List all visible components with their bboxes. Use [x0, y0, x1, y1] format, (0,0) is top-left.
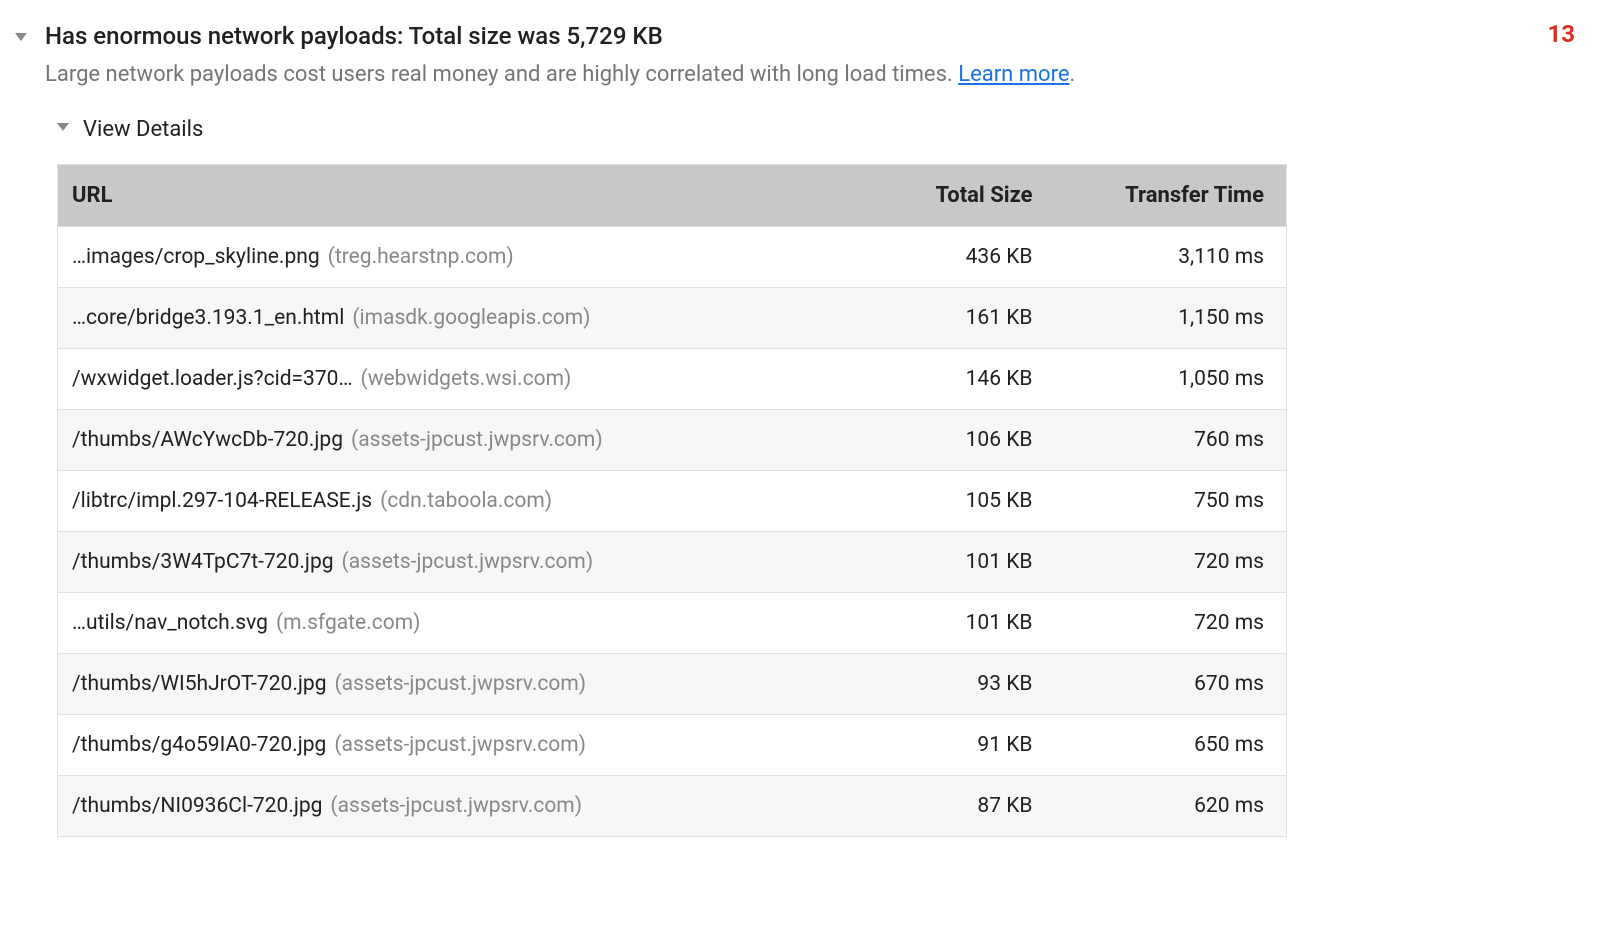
cell-time: 720 ms	[1047, 531, 1287, 592]
url-path: /thumbs/3W4TpC7t-720.jpg	[72, 550, 334, 574]
cell-url[interactable]: …utils/nav_notch.svg (m.sfgate.com)	[58, 592, 857, 653]
table-row: …core/bridge3.193.1_en.html (imasdk.googl…	[58, 287, 1287, 348]
table-row: /thumbs/g4o59IA0-720.jpg (assets-jpcust.j…	[58, 714, 1287, 775]
audit-title-block: Has enormous network payloads: Total siz…	[45, 20, 1575, 91]
url-path: /thumbs/g4o59IA0-720.jpg	[72, 733, 326, 757]
url-path: /wxwidget.loader.js?cid=370…	[72, 367, 353, 391]
url-host: (assets-jpcust.jwpsrv.com)	[330, 794, 582, 818]
url-host: (assets-jpcust.jwpsrv.com)	[342, 550, 594, 574]
cell-size: 146 KB	[857, 348, 1047, 409]
view-details-toggle[interactable]: View Details	[57, 117, 1575, 142]
url-host: (assets-jpcust.jwpsrv.com)	[334, 672, 586, 696]
url-path: /thumbs/WI5hJrOT-720.jpg	[72, 672, 326, 696]
table-row: /thumbs/AWcYwcDb-720.jpg (assets-jpcust.j…	[58, 409, 1287, 470]
url-host: (assets-jpcust.jwpsrv.com)	[334, 733, 586, 757]
cell-size: 161 KB	[857, 287, 1047, 348]
cell-time: 750 ms	[1047, 470, 1287, 531]
url-host: (assets-jpcust.jwpsrv.com)	[351, 428, 603, 452]
cell-size: 106 KB	[857, 409, 1047, 470]
table-row: …utils/nav_notch.svg (m.sfgate.com) 101 KB…	[58, 592, 1287, 653]
cell-time: 650 ms	[1047, 714, 1287, 775]
cell-url[interactable]: /thumbs/AWcYwcDb-720.jpg (assets-jpcust.j…	[58, 409, 857, 470]
table-row: /thumbs/WI5hJrOT-720.jpg (assets-jpcust.j…	[58, 653, 1287, 714]
cell-time: 1,150 ms	[1047, 287, 1287, 348]
url-path: /libtrc/impl.297-104-RELEASE.js	[72, 489, 372, 513]
cell-size: 101 KB	[857, 592, 1047, 653]
audit-title: Has enormous network payloads: Total siz…	[45, 20, 1575, 54]
url-path: /thumbs/NI0936Cl-720.jpg	[72, 794, 322, 818]
details-table: URL Total Size Transfer Time …images/cro…	[57, 164, 1287, 837]
table-row: /thumbs/3W4TpC7t-720.jpg (assets-jpcust.j…	[58, 531, 1287, 592]
cell-time: 760 ms	[1047, 409, 1287, 470]
table-row: /libtrc/impl.297-104-RELEASE.js (cdn.tabo…	[58, 470, 1287, 531]
cell-size: 87 KB	[857, 775, 1047, 836]
url-path: …images/crop_skyline.png	[72, 245, 320, 269]
cell-size: 93 KB	[857, 653, 1047, 714]
audit-description: Large network payloads cost users real m…	[45, 58, 1575, 91]
cell-url[interactable]: /thumbs/3W4TpC7t-720.jpg (assets-jpcust.j…	[58, 531, 857, 592]
table-row: …images/crop_skyline.png (treg.hearstnp.c…	[58, 226, 1287, 287]
url-path: /thumbs/AWcYwcDb-720.jpg	[72, 428, 343, 452]
url-host: (imasdk.googleapis.com)	[352, 306, 590, 330]
chevron-down-icon[interactable]	[15, 33, 27, 41]
view-details-label: View Details	[83, 117, 203, 142]
audit-section: 13 Has enormous network payloads: Total …	[15, 20, 1575, 837]
cell-url[interactable]: /thumbs/NI0936Cl-720.jpg (assets-jpcust.j…	[58, 775, 857, 836]
period: .	[1070, 62, 1076, 87]
cell-size: 436 KB	[857, 226, 1047, 287]
audit-description-text: Large network payloads cost users real m…	[45, 62, 958, 87]
chevron-down-icon	[57, 123, 69, 131]
url-path: …utils/nav_notch.svg	[72, 611, 268, 635]
table-header-row: URL Total Size Transfer Time	[58, 164, 1287, 226]
cell-url[interactable]: /thumbs/WI5hJrOT-720.jpg (assets-jpcust.j…	[58, 653, 857, 714]
cell-time: 720 ms	[1047, 592, 1287, 653]
cell-size: 101 KB	[857, 531, 1047, 592]
cell-url[interactable]: /thumbs/g4o59IA0-720.jpg (assets-jpcust.j…	[58, 714, 857, 775]
col-header-size: Total Size	[857, 164, 1047, 226]
url-host: (treg.hearstnp.com)	[328, 245, 514, 269]
cell-time: 620 ms	[1047, 775, 1287, 836]
cell-url[interactable]: /libtrc/impl.297-104-RELEASE.js (cdn.tabo…	[58, 470, 857, 531]
url-host: (cdn.taboola.com)	[380, 489, 552, 513]
cell-time: 670 ms	[1047, 653, 1287, 714]
cell-time: 3,110 ms	[1047, 226, 1287, 287]
cell-url[interactable]: …core/bridge3.193.1_en.html (imasdk.googl…	[58, 287, 857, 348]
url-path: …core/bridge3.193.1_en.html	[72, 306, 344, 330]
learn-more-link[interactable]: Learn more	[958, 62, 1069, 87]
col-header-time: Transfer Time	[1047, 164, 1287, 226]
url-host: (webwidgets.wsi.com)	[361, 367, 572, 391]
url-host: (m.sfgate.com)	[276, 611, 421, 635]
cell-url[interactable]: …images/crop_skyline.png (treg.hearstnp.c…	[58, 226, 857, 287]
cell-size: 91 KB	[857, 714, 1047, 775]
cell-time: 1,050 ms	[1047, 348, 1287, 409]
col-header-url: URL	[58, 164, 857, 226]
table-row: /wxwidget.loader.js?cid=370… (webwidgets.…	[58, 348, 1287, 409]
audit-header[interactable]: Has enormous network payloads: Total siz…	[15, 20, 1575, 91]
table-row: /thumbs/NI0936Cl-720.jpg (assets-jpcust.j…	[58, 775, 1287, 836]
audit-score: 13	[1547, 20, 1575, 48]
cell-url[interactable]: /wxwidget.loader.js?cid=370… (webwidgets.…	[58, 348, 857, 409]
cell-size: 105 KB	[857, 470, 1047, 531]
